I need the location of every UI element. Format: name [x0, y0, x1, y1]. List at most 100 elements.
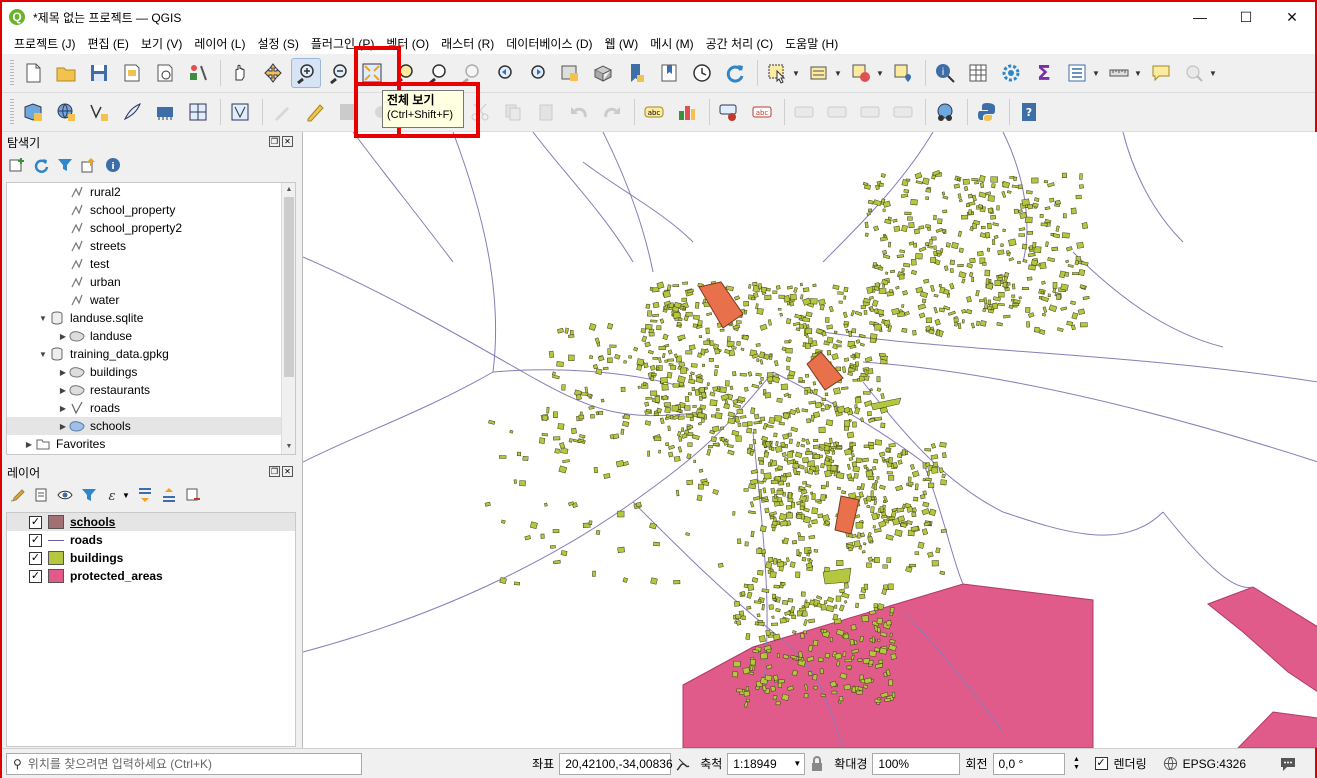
show-labels-button[interactable]: abc	[747, 97, 777, 127]
open-data-source-manager-button[interactable]	[18, 97, 48, 127]
attribute-table-button[interactable]	[963, 58, 993, 88]
close-button[interactable]: ✕	[1269, 2, 1315, 32]
browser-item[interactable]: ▶ Favorites	[7, 435, 295, 453]
current-edits-button[interactable]	[267, 97, 297, 127]
collapse-arrow-icon[interactable]: ▶	[57, 404, 69, 413]
collapse-all-layers-button[interactable]	[160, 486, 178, 504]
crs-globe-icon[interactable]	[1162, 755, 1180, 773]
layer-visibility-checkbox[interactable]: ✓	[29, 551, 42, 565]
menu-layer[interactable]: 레이어 (L)	[188, 35, 251, 52]
menu-raster[interactable]: 래스터 (R)	[435, 35, 500, 52]
chevron-down-icon[interactable]: ▼	[793, 759, 801, 768]
scrollbar-thumb[interactable]	[284, 197, 294, 377]
chevron-down-icon[interactable]: ▼	[834, 69, 842, 78]
zoom-in-button[interactable]	[291, 58, 321, 88]
new-project-button[interactable]	[18, 58, 48, 88]
layer-labeling-button[interactable]: abc	[639, 97, 669, 127]
measure-line-button[interactable]	[1104, 58, 1134, 88]
add-selected-layers-button[interactable]	[8, 156, 26, 174]
style-manager-button[interactable]	[183, 58, 213, 88]
menu-project[interactable]: 프로젝트 (J)	[8, 35, 82, 52]
chevron-down-icon[interactable]: ▼	[1092, 69, 1100, 78]
identify-features-button[interactable]: i	[930, 58, 960, 88]
pan-map-button[interactable]	[225, 58, 255, 88]
menu-database[interactable]: 데이터베이스 (D)	[500, 35, 598, 52]
show-hide-labels-button[interactable]	[822, 97, 852, 127]
chevron-down-icon[interactable]: ▼	[876, 69, 884, 78]
pan-to-selection-button[interactable]	[258, 58, 288, 88]
chevron-down-icon[interactable]: ▼	[792, 69, 800, 78]
browser-item[interactable]: ▼ training_data.gpkg	[7, 345, 295, 363]
messages-icon[interactable]	[1279, 755, 1297, 773]
expand-arrow-icon[interactable]: ▼	[37, 350, 49, 359]
scroll-down-icon[interactable]: ▼	[282, 440, 295, 454]
layer-row-schools[interactable]: ✓ schools	[7, 513, 295, 531]
redo-button[interactable]	[597, 97, 627, 127]
menu-mesh[interactable]: 메시 (M)	[644, 35, 699, 52]
rotate-label-button[interactable]	[855, 97, 885, 127]
layer-visibility-checkbox[interactable]: ✓	[29, 515, 42, 529]
browser-scrollbar[interactable]: ▲ ▼	[281, 183, 295, 454]
menu-view[interactable]: 보기 (V)	[135, 35, 188, 52]
browser-item[interactable]: test	[7, 255, 295, 273]
select-features-button[interactable]	[762, 58, 792, 88]
scroll-up-icon[interactable]: ▲	[282, 183, 295, 197]
chevron-down-icon[interactable]: ▼	[1134, 69, 1142, 78]
minimize-button[interactable]: —	[1177, 2, 1223, 32]
collapse-arrow-icon[interactable]: ▶	[57, 386, 69, 395]
browser-item[interactable]: school_property2	[7, 219, 295, 237]
browser-item[interactable]: urban	[7, 273, 295, 291]
select-location-button[interactable]	[888, 58, 918, 88]
add-delimited-text-button[interactable]	[117, 97, 147, 127]
toggle-extents-icon[interactable]	[674, 755, 692, 773]
menu-processing[interactable]: 공간 처리 (C)	[700, 35, 780, 52]
deselect-features-button[interactable]	[846, 58, 876, 88]
rotation-field[interactable]: 0,0 °	[992, 752, 1065, 775]
zoom-out-button[interactable]	[324, 58, 354, 88]
add-virtual-layer-button[interactable]	[183, 97, 213, 127]
expand-arrow-icon[interactable]: ▼	[37, 314, 49, 323]
rotation-spinner-icon[interactable]: ▲ ▼	[1068, 755, 1086, 773]
browser-item[interactable]: water	[7, 291, 295, 309]
refresh-button[interactable]	[720, 58, 750, 88]
new-3d-view-button[interactable]	[588, 58, 618, 88]
browser-item[interactable]: ▶ schools	[7, 417, 295, 435]
float-panel-icon[interactable]: ❐	[269, 466, 280, 477]
expand-all-button[interactable]	[136, 486, 154, 504]
scale-combobox[interactable]: 1:18949 ▼	[727, 752, 806, 775]
statistics-button[interactable]: Σ	[1029, 58, 1059, 88]
filter-browser-button[interactable]	[56, 156, 74, 174]
new-map-view-button[interactable]	[555, 58, 585, 88]
toggle-editing-button[interactable]	[300, 97, 330, 127]
locator-settings-button[interactable]	[1179, 58, 1209, 88]
open-project-button[interactable]	[51, 58, 81, 88]
magnifier-field[interactable]: 100%	[872, 752, 961, 775]
remove-layer-button[interactable]	[184, 486, 202, 504]
menu-edit[interactable]: 편집 (E)	[82, 35, 135, 52]
menu-web[interactable]: 웹 (W)	[599, 35, 645, 52]
add-wms-layer-button[interactable]	[51, 97, 81, 127]
float-panel-icon[interactable]: ❐	[269, 136, 280, 147]
layer-row-protected_areas[interactable]: ✓ protected_areas	[7, 567, 295, 585]
python-console-button[interactable]	[972, 97, 1002, 127]
manage-map-themes-button[interactable]	[56, 486, 74, 504]
layer-visibility-checkbox[interactable]: ✓	[29, 569, 42, 583]
toolbar-grip[interactable]	[10, 99, 14, 125]
new-temporary-layer-button[interactable]	[225, 97, 255, 127]
maximize-button[interactable]: ☐	[1223, 2, 1269, 32]
open-field-calculator-button[interactable]	[1062, 58, 1092, 88]
chevron-down-icon[interactable]: ▼	[1209, 69, 1217, 78]
crs-label[interactable]: EPSG:4326	[1183, 757, 1246, 771]
copy-features-button[interactable]	[498, 97, 528, 127]
help-contents-button[interactable]: ?	[1014, 97, 1044, 127]
browser-item[interactable]: school_property	[7, 201, 295, 219]
layer-visibility-checkbox[interactable]: ✓	[29, 533, 42, 547]
filter-legend-button[interactable]	[80, 486, 98, 504]
layout-manager-button[interactable]	[150, 58, 180, 88]
zoom-next-button[interactable]	[522, 58, 552, 88]
collapse-arrow-icon[interactable]: ▶	[23, 440, 35, 449]
map-tips-button[interactable]	[1146, 58, 1176, 88]
new-print-layout-button[interactable]	[117, 58, 147, 88]
filter-by-expression-button[interactable]: ε	[104, 486, 122, 504]
close-panel-icon[interactable]: ✕	[282, 466, 293, 477]
